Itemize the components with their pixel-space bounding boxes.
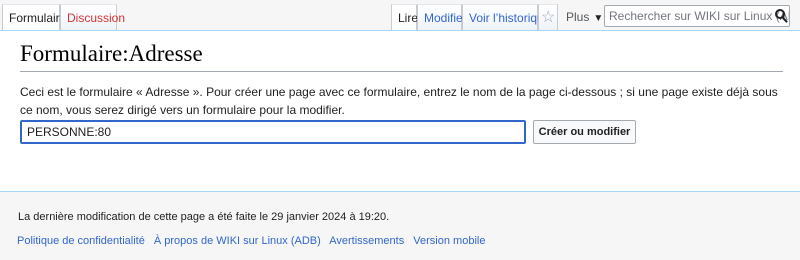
footer-link-about[interactable]: À propos de WIKI sur Linux (ADB) (154, 235, 321, 247)
watch-button[interactable]: ☆ (538, 4, 558, 30)
chevron-down-icon: ▼ (593, 13, 604, 24)
form-intro-text: Ceci est le formulaire « Adresse ». Pour… (20, 85, 778, 117)
tab-read-label: Lire (398, 11, 419, 25)
tab-bar: Formulaire Discussion Lire Modifier Voir… (0, 0, 800, 30)
tab-read[interactable]: Lire (391, 4, 419, 30)
search-icon[interactable] (775, 9, 785, 19)
more-menu[interactable]: Plus ▼ (560, 4, 604, 30)
search-input[interactable]: Rechercher sur WIKI sur Linux (ADB) (604, 5, 790, 27)
tab-form[interactable]: Formulaire (2, 4, 66, 30)
footer-link-disclaimers[interactable]: Avertissements (329, 235, 404, 247)
tab-discussion[interactable]: Discussion (60, 4, 125, 30)
footer-link-mobile[interactable]: Version mobile (413, 235, 485, 247)
tab-edit[interactable]: Modifier (417, 4, 467, 30)
more-menu-label: Plus (566, 10, 590, 24)
footer-link-privacy[interactable]: Politique de confidentialité (17, 235, 145, 247)
footer-links: Politique de confidentialité À propos de… (17, 235, 491, 247)
tab-form-label: Formulaire (9, 11, 67, 25)
tab-history[interactable]: Voir l’historique (462, 4, 550, 30)
page-title: Formulaire:Adresse (20, 41, 783, 72)
search-placeholder: Rechercher sur WIKI sur Linux (ADB) (609, 9, 790, 23)
last-modified-text: La dernière modification de cette page a… (18, 211, 390, 223)
tab-edit-label: Modifier (424, 11, 467, 25)
create-or-edit-button[interactable]: Créer ou modifier (533, 120, 636, 144)
star-icon: ☆ (541, 9, 556, 26)
tab-discussion-label: Discussion (67, 11, 126, 25)
page-name-input[interactable] (20, 120, 526, 144)
main-content: Formulaire:Adresse Ceci est le formulair… (0, 30, 800, 192)
